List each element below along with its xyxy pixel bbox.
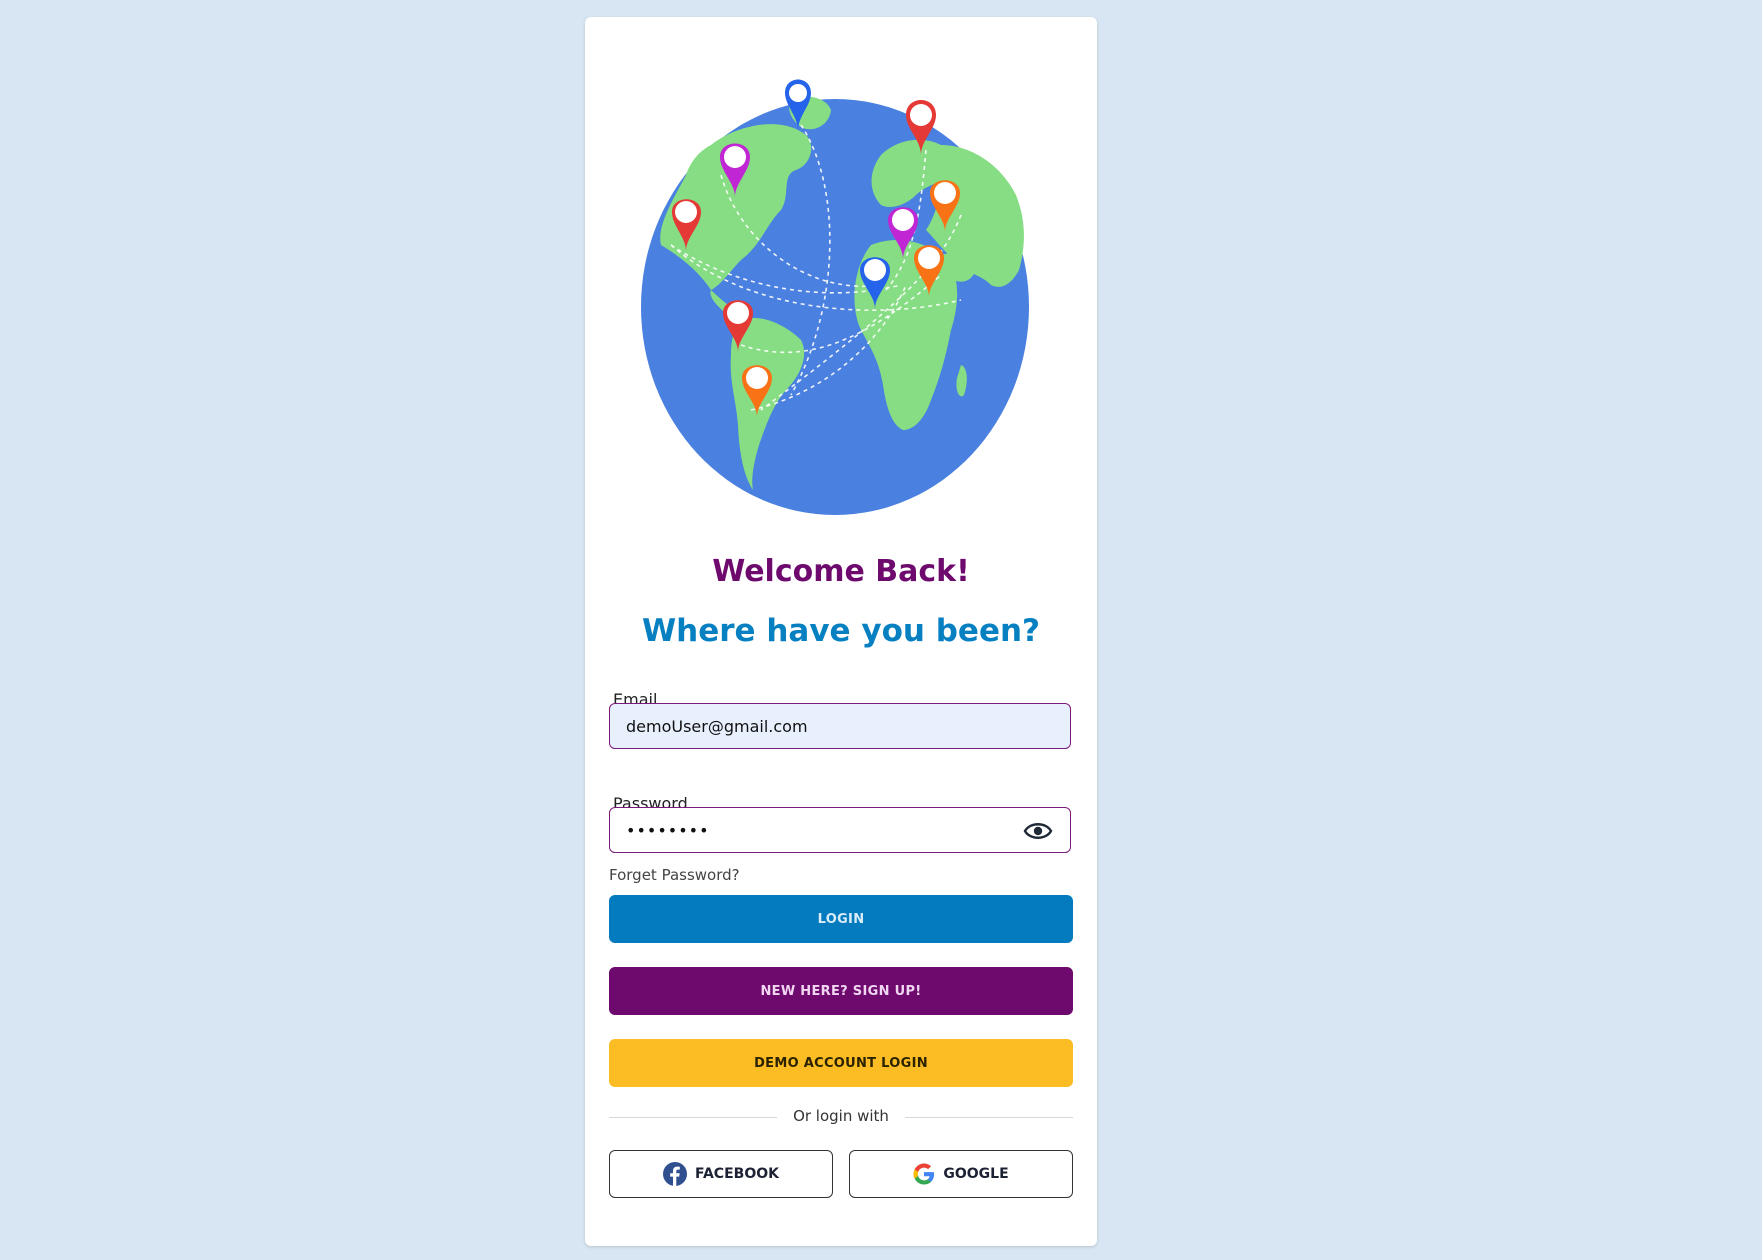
password-field[interactable]	[609, 807, 1071, 853]
subtitle-heading: Where have you been?	[641, 613, 1041, 649]
forget-password-link[interactable]: Forget Password?	[609, 866, 740, 884]
google-login-button[interactable]: GOOGLE	[849, 1150, 1073, 1198]
google-label: GOOGLE	[943, 1166, 1009, 1182]
email-field[interactable]	[609, 703, 1071, 749]
globe-illustration	[641, 45, 1041, 525]
signup-button[interactable]: NEW HERE? SIGN UP!	[609, 967, 1073, 1015]
divider-line-right	[905, 1117, 1073, 1118]
facebook-login-button[interactable]: FACEBOOK	[609, 1150, 833, 1198]
show-password-eye-icon[interactable]	[1023, 819, 1053, 843]
google-icon	[913, 1163, 935, 1185]
facebook-label: FACEBOOK	[695, 1166, 779, 1182]
globe-icon	[641, 79, 1029, 515]
demo-login-button[interactable]: DEMO ACCOUNT LOGIN	[609, 1039, 1073, 1087]
social-divider-text: Or login with	[793, 1107, 889, 1125]
facebook-icon	[663, 1162, 688, 1186]
welcome-heading: Welcome Back!	[712, 554, 970, 589]
login-button[interactable]: LOGIN	[609, 895, 1073, 943]
login-card: Welcome Back! Where have you been? Email…	[585, 17, 1097, 1246]
